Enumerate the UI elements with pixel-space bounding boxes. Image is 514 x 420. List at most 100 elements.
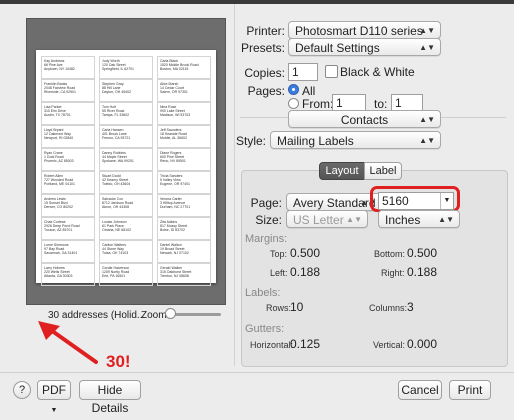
pages-all-label: All [302,84,316,98]
window-titlebar [0,0,514,4]
zoom-slider-thumb[interactable] [165,308,176,319]
size-value: US Letter [293,213,344,227]
preview-label-cell: Carlton Walters 44 Stone Way Tulsa, OK 7… [99,240,153,263]
margin-left-value[interactable]: 0.188 [290,265,320,279]
gutter-vertical-label: Vertical: [373,340,406,350]
pages-all-radio[interactable] [288,84,299,95]
preview-label-cell: Robert Allen 727 Wooded Road Portland, M… [41,171,95,194]
pdf-label: PDF [42,383,66,397]
gutter-horizontal-label: Horizontal: [250,340,294,350]
preview-label-cell: Verona Carter 3 Hilltop Avenue Durham, N… [157,194,211,217]
divider [234,4,235,366]
annotation-text: 30! [106,352,131,371]
annotation-arrow [38,321,98,364]
copies-label: Copies: [244,66,285,80]
popup-arrows-icon: ▲▼ [419,136,435,145]
pages-label: Pages: [247,84,285,98]
margin-right-label: Right: [381,268,405,278]
preview-label-cell: Stephen Gray 88 Hill Lane Dayton, OH 454… [99,79,153,102]
preview-label-cell: Tom Holt 55 River Road Tampa, FL 33602 [99,102,153,125]
preview-label-cell: Ryan Crane 1 Gold Road Phoenix, AZ 85003 [41,148,95,171]
preview-label-cell: Lloyd Bryant 12 Oakmont Way Newport, RI … [41,125,95,148]
preview-label-cell: Lisa Parker 310 Elm Drive Austin, TX 787… [41,102,95,125]
popup-arrows-icon: ▲▼ [438,215,454,224]
style-popup[interactable]: Mailing Labels ▲▼ [270,131,441,149]
style-label: Style: [235,134,266,148]
units-popup[interactable]: Inches ▲▼ [378,210,460,228]
gutters-heading: Gutters: [245,323,285,335]
chevron-down-icon: ▼ [50,407,58,414]
popup-arrows-icon: ▲▼ [419,26,435,35]
preview-label-cell: Judy Worth 120 Oak Street Springfield, I… [99,56,153,79]
printer-value: Photosmart D110 series [295,24,423,38]
preview-label-cell: Jeff Saunders 18 Seaside Road Mobile, AL… [157,125,211,148]
pages-to-label: to: [374,97,388,111]
bw-checkbox[interactable] [325,65,338,78]
preview-label-cell: Carla Hansen 401 Brook Lane Fresno, CA 9… [99,125,153,148]
preview-label-cell: Lorne Simmons 97 Bay Road Savannah, GA 3… [41,240,95,263]
preview-panel: Kay Andrews 66 Pine Ave Anytown, NY 1048… [26,18,226,305]
labels-heading: Labels: [245,287,281,299]
printer-popup[interactable]: Photosmart D110 series ▲▼ [288,21,441,39]
bw-label: Black & White [340,65,415,79]
columns-label: Columns: [369,303,408,313]
presets-popup[interactable]: Default Settings ▲▼ [288,38,441,56]
margins-heading: Margins: [245,233,288,245]
margin-top-value[interactable]: 0.500 [290,246,320,260]
preview-label-cell: Zita Adkins 817 Mossy Street Boise, ID 8… [157,217,211,240]
preview-label-cell: Tricia Sanders 5 Valley View Eugene, OR … [157,171,211,194]
page-code-value: 5160 [382,194,409,208]
rows-value[interactable]: 10 [290,300,303,314]
page-code-combo[interactable]: 5160 ▼ [378,192,454,210]
preview-label-cell: Diane Rogers 600 Pine Street Reno, NV 89… [157,148,211,171]
preview-label-cell: Carla Black 1520 Middle Brook Road Bosto… [157,56,211,79]
preview-label-cell: Gerald Walker 315 Oakhurst Street Trento… [157,263,211,286]
size-label: Size: [255,213,282,227]
preview-label-cell: Chad Cortese 2926 Deep Pond Road Tucson,… [41,217,95,240]
margin-right-value[interactable]: 0.188 [407,265,437,279]
pages-from-label: From: [302,97,334,111]
section-value: Contacts [340,113,389,127]
preview-label-cell: Salvador Cox 8712 Jamison Road Akron, OH… [99,194,153,217]
columns-value[interactable]: 3 [407,300,414,314]
copies-field[interactable]: 1 [288,63,318,81]
popup-arrows-icon: ▲▼ [419,43,435,52]
tab-label[interactable]: Label [364,162,402,180]
gutter-vertical-value[interactable]: 0.000 [407,337,437,351]
print-button[interactable]: Print [449,380,491,400]
preview-label-cell: Larry Holmes 220 Wells Street Atlanta, G… [41,263,95,286]
presets-label: Presets: [240,41,285,55]
preview-label-cell: Gordie Halverson 1209 Nortly Road Erie, … [99,263,153,286]
section-popup[interactable]: Contacts ▲▼ [288,110,441,128]
page-popup[interactable]: Avery Standard ▲▼ [286,193,382,211]
cancel-button[interactable]: Cancel [398,380,442,400]
bottom-separator [0,372,514,373]
printer-label: Printer: [246,24,285,38]
preview-label-cell: Stuart Dodd 42 Kearny Street Toledo, OH … [99,171,153,194]
popup-arrows-icon: ▲▼ [346,215,362,224]
preview-label-cell: Nina Rose 900 Lake Street Madison, WI 53… [157,102,211,125]
tab-layout[interactable]: Layout [319,162,365,180]
page-label: Page: [250,196,282,210]
margin-left-label: Left: [270,268,288,278]
preview-page: Kay Andrews 66 Pine Ave Anytown, NY 1048… [36,50,216,286]
gutter-horizontal-value[interactable]: 0.125 [290,337,320,351]
pages-from-radio[interactable] [288,98,299,109]
presets-value: Default Settings [295,41,380,55]
preview-label-cell: Alice Marsh 14 Cedar Court Salem, OR 973… [157,79,211,102]
preview-label-cell: Louise Johnson 61 Park Place Omaha, NE 6… [99,217,153,240]
popup-arrows-icon: ▲▼ [419,115,435,124]
help-button[interactable]: ? [13,381,31,399]
preview-label-cell: Danny Robbins 44 Maple Street Spokane, W… [99,148,153,171]
hide-details-button[interactable]: Hide Details [79,380,141,415]
margin-bottom-value[interactable]: 0.500 [407,246,437,260]
size-popup[interactable]: US Letter ▲▼ [286,210,368,228]
margin-top-label: Top: [270,249,288,259]
pdf-button[interactable]: PDF ▼ [37,380,71,414]
chevron-down-icon[interactable]: ▼ [440,193,453,209]
units-value: Inches [385,213,421,227]
margin-bottom-label: Bottom: [374,249,406,259]
preview-label-cell: Andrew Lewis 15 Sunset Blvd Denver, CO 8… [41,194,95,217]
preview-label-cell: Franklin Banks 2048 Fairview Road Rivers… [41,79,95,102]
rows-label: Rows: [266,303,292,313]
